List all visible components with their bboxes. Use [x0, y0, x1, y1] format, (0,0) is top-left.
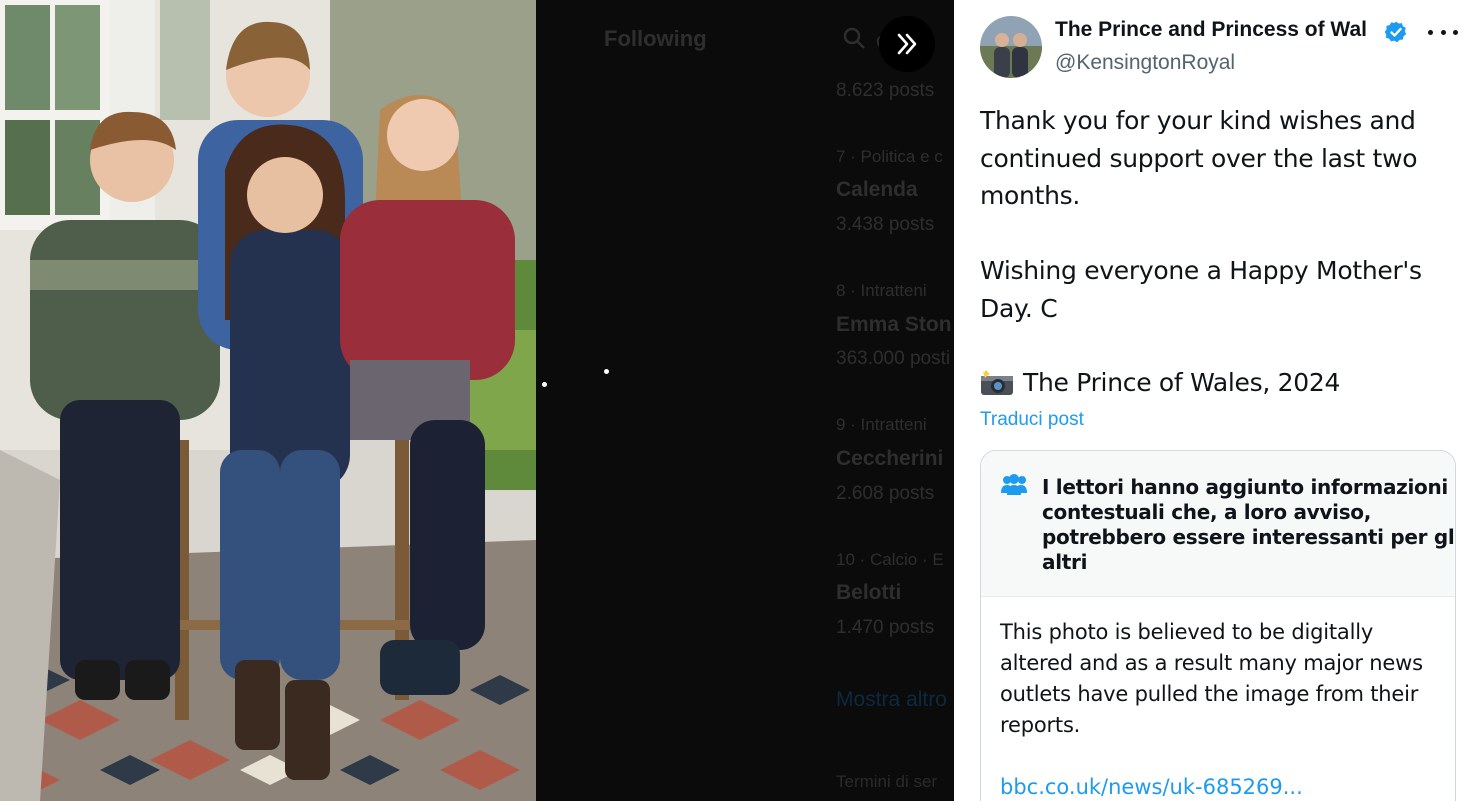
note-title-line: contestuali che, a loro avviso, — [1042, 500, 1372, 524]
note-source-link[interactable]: bbc.co.uk/news/uk-685269... — [1000, 775, 1303, 799]
post-text-line: Day. C — [980, 294, 1058, 323]
note-title-line: I lettori hanno aggiunto informazioni — [1042, 475, 1448, 499]
post-text-line: Wishing everyone a Happy Mother's — [980, 256, 1422, 285]
author-name[interactable]: The Prince and Princess of Wal — [1055, 18, 1367, 42]
trend-meta: 7 · Politica e c — [836, 147, 943, 166]
camera-flash-icon — [981, 370, 1013, 395]
speck — [542, 382, 547, 387]
note-text-line: altered and as a result many major news — [1000, 651, 1423, 675]
post-detail-panel: The Prince and Princess of Wal @Kensingt… — [954, 0, 1471, 801]
trend-count: 8.623 posts — [836, 80, 935, 101]
more-options-button[interactable] — [1428, 22, 1458, 42]
trend-name: Emma Ston — [836, 313, 952, 336]
search-icon — [843, 27, 865, 49]
footer-terms: Termini di ser — [836, 772, 938, 791]
expand-button[interactable] — [879, 16, 935, 72]
verified-badge-icon — [1384, 21, 1407, 43]
note-title-line: potrebbero essere interessanti per gli — [1042, 525, 1456, 549]
avatar[interactable] — [980, 16, 1042, 78]
post-text-line: months. — [980, 181, 1081, 210]
trend-name: Belotti — [836, 581, 902, 604]
trend-count: 2.608 posts — [836, 483, 935, 504]
speck — [604, 369, 609, 374]
translate-post-link[interactable]: Traduci post — [980, 409, 1084, 431]
author-handle[interactable]: @KensingtonRoyal — [1055, 51, 1235, 75]
trend-count: 3.438 posts — [836, 214, 935, 235]
trend-name: Ceccherini — [836, 447, 944, 470]
more-horizontal-icon — [1428, 29, 1433, 35]
post-text-line: continued support over the last two — [980, 144, 1418, 173]
more-dot — [1453, 29, 1458, 35]
note-text-line: reports. — [1000, 713, 1081, 737]
tab-following: Following — [604, 26, 707, 51]
trend-meta: 9 · Intratteni — [836, 415, 927, 434]
post-text-line: Thank you for your kind wishes and — [980, 106, 1416, 135]
photo-credit: The Prince of Wales, 2024 — [1023, 368, 1341, 397]
background-timeline: Following ca 8.623 posts 7 · Politica e … — [536, 0, 954, 801]
post-photo[interactable] — [0, 0, 536, 801]
avatar-image — [980, 16, 1042, 78]
people-icon — [1001, 474, 1027, 495]
community-note: I lettori hanno aggiunto informazioni co… — [980, 450, 1456, 801]
community-note-header: I lettori hanno aggiunto informazioni co… — [981, 451, 1455, 597]
trend-meta: 10 · Calcio · E — [836, 550, 944, 569]
note-text-line: This photo is believed to be digitally — [1000, 620, 1374, 644]
family-photo-image — [0, 0, 536, 801]
note-title-line: altri — [1042, 550, 1088, 574]
trend-count: 363.000 posti — [836, 348, 951, 369]
trend-count: 1.470 posts — [836, 617, 935, 638]
double-chevron-right-icon — [897, 33, 917, 55]
note-text-line: outlets have pulled the image from their — [1000, 682, 1419, 706]
show-more-link: Mostra altro — [836, 688, 947, 711]
trend-meta: 8 · Intratteni — [836, 281, 927, 300]
more-dot — [1440, 29, 1446, 35]
trend-name: Calenda — [836, 178, 918, 201]
